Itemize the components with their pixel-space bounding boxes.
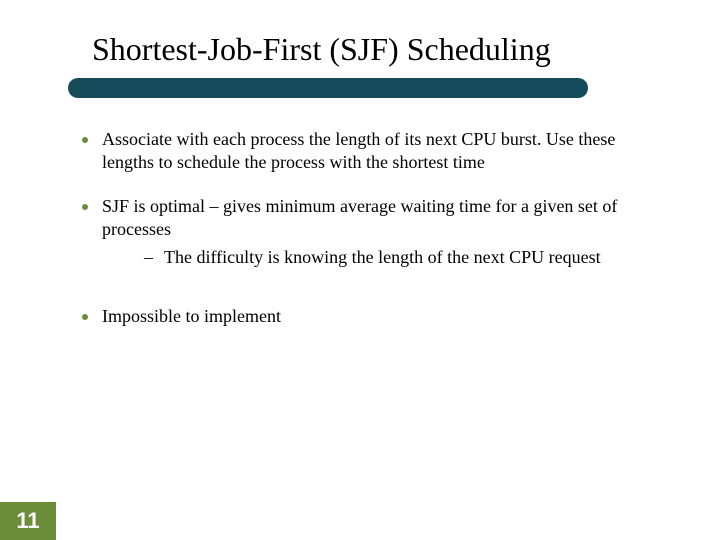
bullet-text: Associate with each process the length o…	[102, 128, 668, 173]
slide-title: Shortest-Job-First (SJF) Scheduling	[92, 32, 551, 67]
page-number-badge: 11	[0, 502, 56, 540]
page-number: 11	[16, 508, 39, 534]
bullet-item: Impossible to implement	[82, 305, 668, 328]
title-underline-bar	[68, 78, 588, 98]
bullet-dot-icon	[82, 137, 88, 143]
bullet-dot-icon	[82, 204, 88, 210]
bullet-text: Impossible to implement	[102, 305, 668, 328]
bullet-text-span: SJF is optimal – gives minimum average w…	[102, 196, 617, 239]
slide: Shortest-Job-First (SJF) Scheduling Asso…	[0, 0, 720, 540]
bullet-item: Associate with each process the length o…	[82, 128, 668, 173]
sub-bullet-text: The difficulty is knowing the length of …	[164, 246, 668, 269]
bullet-text: SJF is optimal – gives minimum average w…	[102, 195, 668, 275]
slide-content: Associate with each process the length o…	[82, 128, 668, 349]
bullet-dot-icon	[82, 314, 88, 320]
bullet-item: SJF is optimal – gives minimum average w…	[82, 195, 668, 275]
sub-bullet-dash-icon: –	[144, 246, 158, 269]
sub-bullet-item: – The difficulty is knowing the length o…	[144, 246, 668, 269]
